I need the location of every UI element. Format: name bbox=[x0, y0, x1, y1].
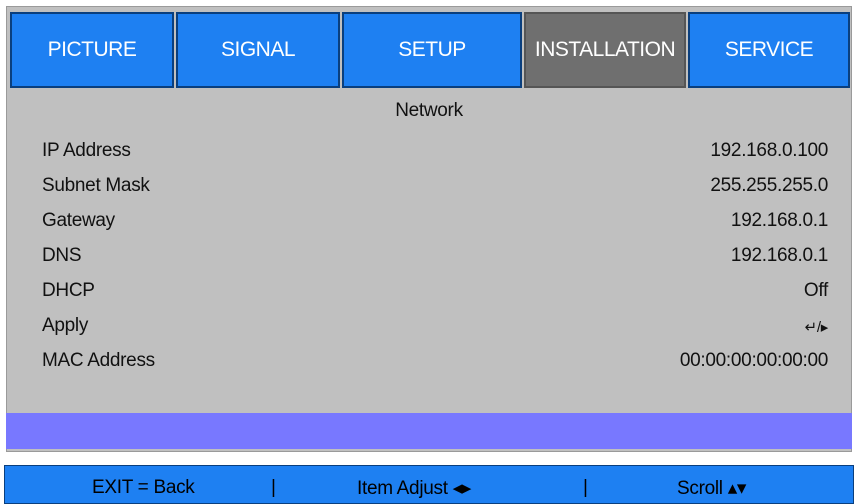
tab-setup[interactable]: SETUP bbox=[342, 12, 522, 88]
row-label: Gateway bbox=[42, 210, 115, 231]
exit-hint: EXIT = Back bbox=[92, 477, 195, 498]
selection-highlight-bar bbox=[6, 413, 852, 449]
row-label: IP Address bbox=[42, 140, 131, 161]
help-footer: EXIT = Back | Item Adjust ◂▸ | Scroll ▴▾ bbox=[4, 465, 854, 504]
row-label: Subnet Mask bbox=[42, 175, 150, 196]
enter-arrow-icon: ↵/▸ bbox=[804, 319, 829, 336]
tab-signal[interactable]: SIGNAL bbox=[176, 12, 340, 88]
tab-picture-label: PICTURE bbox=[47, 38, 137, 61]
row-value: 192.168.0.100 bbox=[710, 140, 828, 161]
menu-row-ip-address[interactable]: IP Address 192.168.0.100 bbox=[42, 140, 828, 170]
scroll-hint: Scroll ▴▾ bbox=[677, 478, 747, 499]
tab-picture[interactable]: PICTURE bbox=[10, 12, 174, 88]
row-value: 192.168.0.1 bbox=[730, 245, 828, 266]
row-value: 255.255.255.0 bbox=[710, 175, 828, 196]
tab-service[interactable]: SERVICE bbox=[688, 12, 850, 88]
tab-installation-label: INSTALLATION bbox=[534, 38, 676, 61]
menu-row-subnet-mask[interactable]: Subnet Mask 255.255.255.0 bbox=[42, 175, 828, 205]
tab-signal-label: SIGNAL bbox=[220, 38, 296, 61]
tab-setup-label: SETUP bbox=[398, 38, 466, 61]
menu-row-apply[interactable]: Apply ↵/▸ bbox=[42, 315, 828, 345]
tab-installation[interactable]: INSTALLATION bbox=[524, 12, 686, 88]
row-label: MAC Address bbox=[42, 350, 155, 371]
tab-bar: PICTURE SIGNAL SETUP INSTALLATION SERVIC… bbox=[6, 6, 852, 90]
menu-row-mac-address[interactable]: MAC Address 00:00:00:00:00:00 bbox=[42, 350, 828, 380]
section-title: Network bbox=[395, 100, 463, 121]
item-adjust-hint: Item Adjust ◂▸ bbox=[357, 478, 472, 499]
menu-row-gateway[interactable]: Gateway 192.168.0.1 bbox=[42, 210, 828, 240]
menu-row-dhcp[interactable]: DHCP Off bbox=[42, 280, 828, 310]
tab-service-label: SERVICE bbox=[724, 38, 814, 61]
separator: | bbox=[583, 477, 588, 498]
row-value: Off bbox=[803, 280, 828, 301]
menu-row-dns[interactable]: DNS 192.168.0.1 bbox=[42, 245, 828, 275]
separator: | bbox=[271, 477, 276, 498]
row-label: DNS bbox=[42, 245, 82, 266]
row-value: 192.168.0.1 bbox=[730, 210, 828, 231]
osd-menu: PICTURE SIGNAL SETUP INSTALLATION SERVIC… bbox=[0, 0, 859, 504]
row-label: Apply bbox=[42, 315, 89, 336]
row-label: DHCP bbox=[42, 280, 95, 301]
row-value: 00:00:00:00:00:00 bbox=[679, 350, 828, 371]
